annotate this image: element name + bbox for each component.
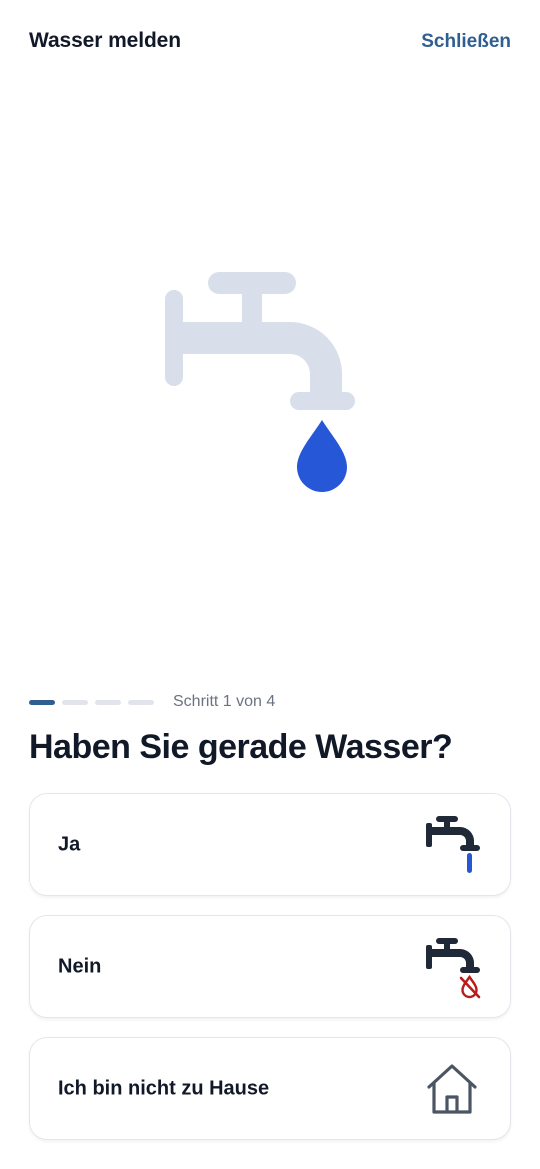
option-no[interactable]: Nein xyxy=(29,915,511,1018)
option-no-label: Nein xyxy=(58,955,102,977)
step-label: Schritt 1 von 4 xyxy=(173,693,276,710)
option-not-home-label: Ich bin nicht zu Hause xyxy=(58,1077,270,1099)
answer-options: Ja Nein Ich bin nicht zu Hause xyxy=(29,793,511,1159)
option-not-home[interactable]: Ich bin nicht zu Hause xyxy=(29,1037,511,1140)
house-icon xyxy=(422,1057,482,1121)
progress-segment-3 xyxy=(95,699,121,705)
question-heading: Haben Sie gerade Wasser? xyxy=(29,728,453,766)
page-title: Wasser melden xyxy=(29,29,181,52)
progress-segment-1 xyxy=(29,699,55,705)
progress-segment-4 xyxy=(128,699,154,705)
faucet-running-water-icon xyxy=(422,813,482,877)
step-progress: Schritt 1 von 4 xyxy=(29,690,275,714)
faucet-no-water-icon xyxy=(422,935,482,999)
close-button[interactable]: Schließen xyxy=(421,31,511,53)
hero-illustration xyxy=(150,262,370,502)
app-header: Wasser melden Schließen xyxy=(0,0,540,86)
progress-segment-2 xyxy=(62,699,88,705)
faucet-with-drop-icon xyxy=(165,272,355,492)
option-yes-label: Ja xyxy=(58,833,81,855)
option-yes[interactable]: Ja xyxy=(29,793,511,896)
